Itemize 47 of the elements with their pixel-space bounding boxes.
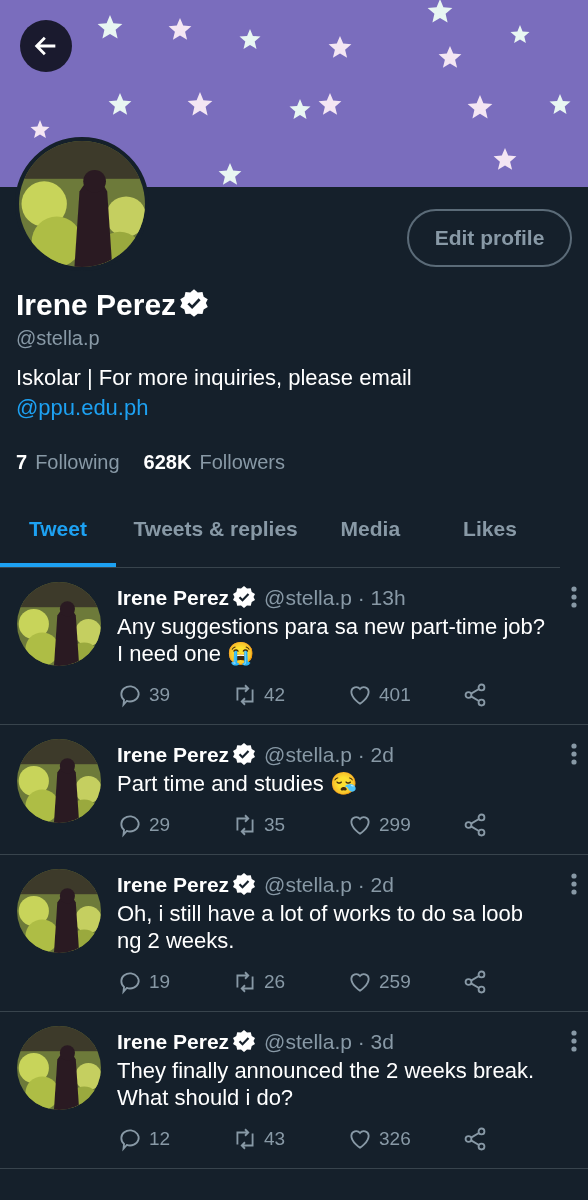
tweet-meta: @stella.p · 2d	[264, 871, 394, 898]
tweet-text: They finally announced the 2 weeks break. What should i do?	[117, 1057, 536, 1111]
edit-profile-button[interactable]: Edit profile	[407, 209, 572, 267]
tweet-text: Part time and studies 😪	[117, 770, 358, 797]
retweet-count: 26	[264, 970, 286, 994]
email-link[interactable]: @ppu.edu.ph	[16, 395, 149, 420]
reply-icon[interactable]	[117, 969, 143, 996]
bio-text: Iskolar | For more inquiries, please email	[16, 364, 413, 392]
like-count: 259	[379, 970, 411, 994]
author-name: Irene Perez	[117, 871, 230, 898]
share-icon[interactable]	[462, 682, 488, 709]
tweet-meta: @stella.p · 3d	[264, 1028, 394, 1055]
reply-icon[interactable]	[117, 812, 143, 839]
more-icon[interactable]	[571, 1030, 577, 1053]
more-icon[interactable]	[571, 743, 577, 766]
like-count: 401	[379, 683, 411, 707]
like-count: 326	[379, 1127, 411, 1151]
share-icon[interactable]	[462, 812, 488, 839]
profile-tab[interactable]: Media	[315, 497, 426, 567]
like-count: 299	[379, 813, 411, 837]
retweet-count: 42	[264, 683, 286, 707]
author-name: Irene Perez	[117, 584, 230, 611]
author-name: Irene Perez	[117, 741, 230, 768]
profile-tab[interactable]: Tweet	[0, 497, 116, 567]
profile-name: Irene Perez	[16, 288, 177, 321]
more-icon[interactable]	[571, 873, 577, 896]
profile-tab[interactable]: Likes	[439, 497, 540, 567]
tweet-text: Oh, i still have a lot of works to do sa loob ng 2 weeks.	[117, 900, 524, 954]
share-icon[interactable]	[462, 1126, 488, 1153]
tweet-meta: @stella.p · 2d	[264, 741, 394, 768]
retweet-count: 43	[264, 1127, 286, 1151]
retweet-count: 35	[264, 813, 286, 837]
stat-link[interactable]: 7 Following	[16, 447, 120, 477]
share-icon[interactable]	[462, 969, 488, 996]
profile-tab[interactable]: Tweets & replies	[130, 497, 301, 567]
more-icon[interactable]	[571, 586, 577, 609]
reply-count: 12	[149, 1127, 171, 1151]
author-name: Irene Perez	[117, 1028, 230, 1055]
profile-handle: @stella.p	[16, 326, 101, 351]
tweet-text: Any suggestions para sa new part-time job? I need one 😭	[117, 613, 546, 667]
reply-count: 29	[149, 813, 171, 837]
reply-icon[interactable]	[117, 682, 143, 709]
tweet-meta: @stella.p · 13h	[264, 584, 406, 611]
reply-icon[interactable]	[117, 1126, 143, 1153]
reply-count: 19	[149, 970, 171, 994]
reply-count: 39	[149, 683, 171, 707]
stat-link[interactable]: 628K Followers	[143, 447, 285, 477]
